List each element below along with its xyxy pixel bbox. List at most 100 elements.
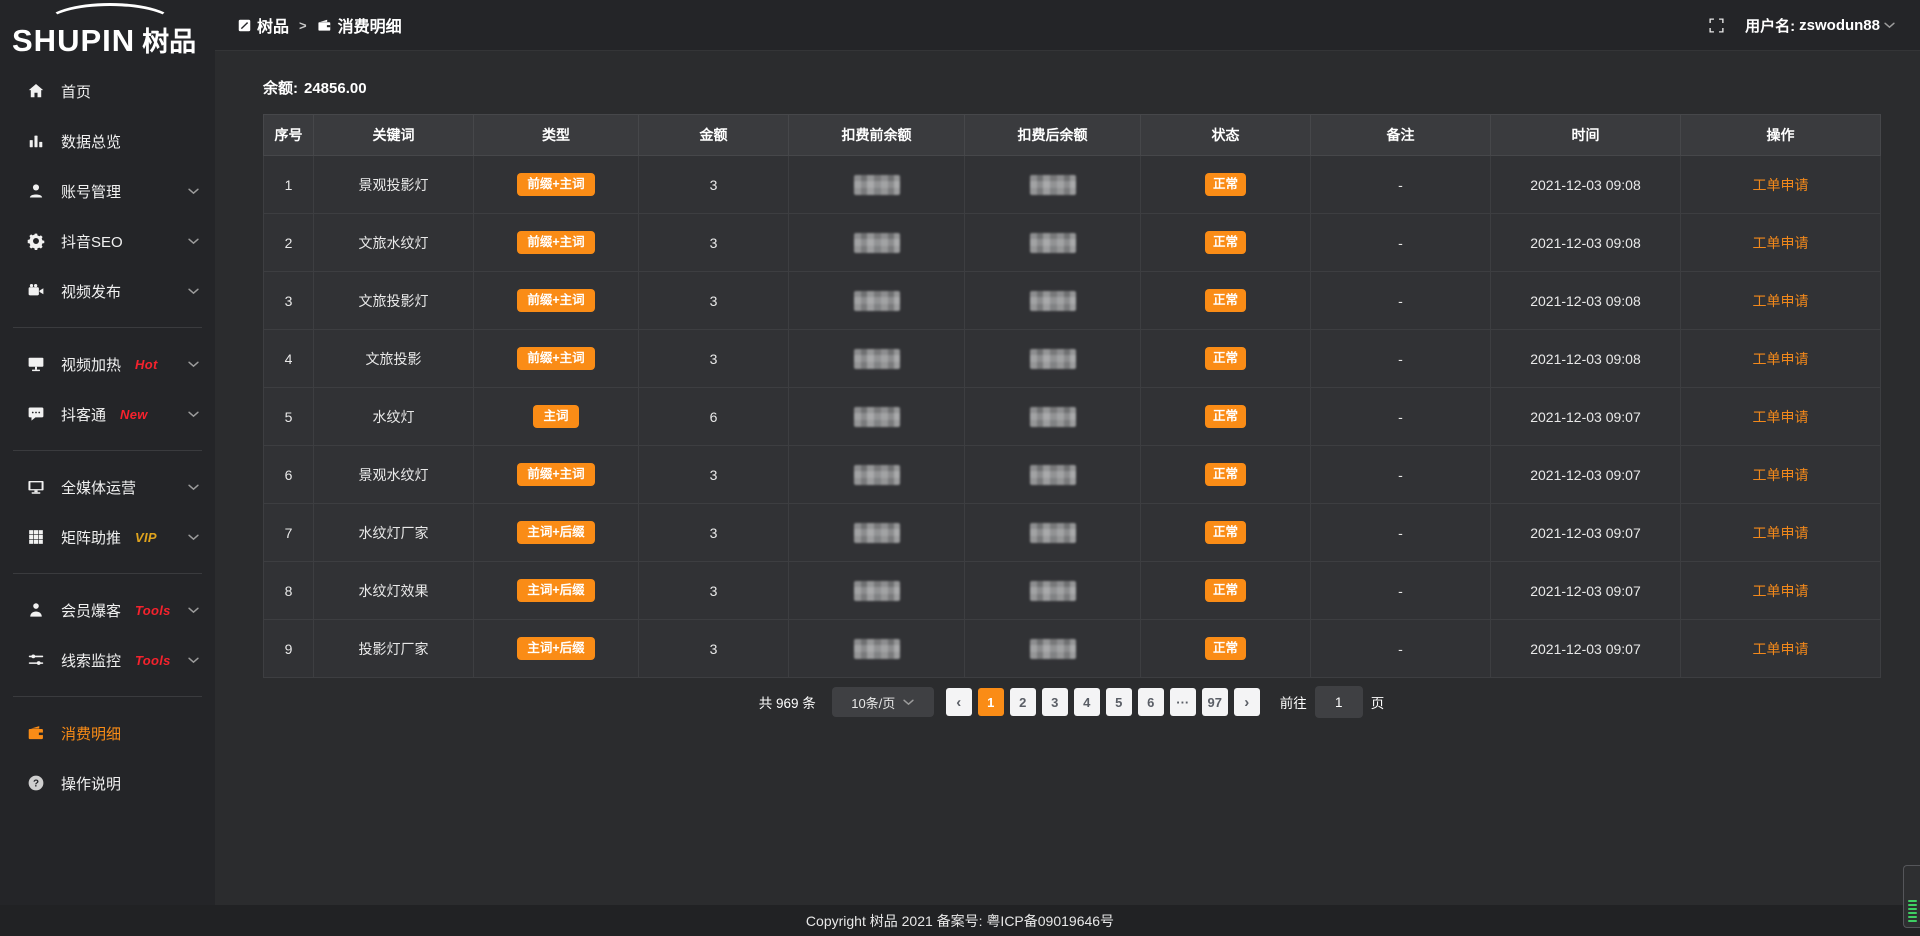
page-button[interactable]: 6 (1138, 688, 1164, 716)
sidebar-item-question-circle[interactable]: ?操作说明 (0, 758, 215, 808)
user-menu[interactable]: 用户名: zswodun88 (1745, 15, 1895, 36)
cell-remark: - (1311, 388, 1491, 446)
column-header: 操作 (1681, 115, 1881, 156)
cell-status: 正常 (1141, 214, 1311, 272)
home-icon (27, 82, 47, 100)
page-button[interactable]: 2 (1010, 688, 1036, 716)
sidebar-item-label: 矩阵助推 (61, 527, 121, 548)
redacted-balance-after (1030, 407, 1076, 427)
chevron-down-icon (188, 238, 199, 245)
cell-time: 2021-12-03 09:07 (1491, 446, 1681, 504)
balance-summary: 余额:24856.00 (263, 77, 1880, 98)
sidebar-item-tag: VIP (135, 530, 157, 545)
pagination-bar: 共 969 条 10条/页 ‹123456···97› 前往 页 (263, 686, 1880, 718)
goto-label: 前往 (1280, 692, 1307, 712)
status-badge: 正常 (1205, 637, 1246, 660)
column-header: 状态 (1141, 115, 1311, 156)
cell-keyword: 景观水纹灯 (314, 446, 474, 504)
prev-page-button[interactable]: ‹ (946, 688, 972, 716)
breadcrumb-item[interactable]: 树品 (238, 13, 289, 37)
page-button[interactable]: 3 (1042, 688, 1068, 716)
cell-index: 6 (264, 446, 314, 504)
cell-amount: 3 (639, 156, 789, 214)
fullscreen-icon[interactable] (1708, 17, 1725, 34)
cell-action: 工单申请 (1681, 446, 1881, 504)
breadcrumb-item: 消费明细 (317, 13, 402, 37)
header-right-group: 用户名: zswodun88 (1708, 15, 1895, 36)
cell-index: 2 (264, 214, 314, 272)
work-order-link[interactable]: 工单申请 (1753, 583, 1809, 599)
sidebar-item-bar-chart[interactable]: 数据总览 (0, 116, 215, 166)
chevron-down-icon (188, 484, 199, 491)
cell-action: 工单申请 (1681, 620, 1881, 678)
goto-page-input[interactable] (1315, 686, 1363, 718)
table-row: 6景观水纹灯前缀+主词3正常-2021-12-03 09:07工单申请 (264, 446, 1881, 504)
cell-index: 1 (264, 156, 314, 214)
column-header: 时间 (1491, 115, 1681, 156)
cell-keyword: 水纹灯厂家 (314, 504, 474, 562)
cell-action: 工单申请 (1681, 272, 1881, 330)
work-order-link[interactable]: 工单申请 (1753, 293, 1809, 309)
sidebar-item-user[interactable]: 账号管理 (0, 166, 215, 216)
sidebar-item-label: 视频发布 (61, 281, 121, 302)
page-button[interactable]: 1 (978, 688, 1004, 716)
page-button[interactable]: 5 (1106, 688, 1132, 716)
page-button[interactable]: 4 (1074, 688, 1100, 716)
cell-balance-after (965, 446, 1141, 504)
cell-action: 工单申请 (1681, 330, 1881, 388)
app-logo: SHUPIN 树品 (0, 0, 215, 56)
type-badge: 主词+后缀 (517, 521, 594, 544)
sidebar-divider (13, 696, 202, 697)
work-order-link[interactable]: 工单申请 (1753, 409, 1809, 425)
sidebar-item-wallet[interactable]: 消费明细 (0, 708, 215, 758)
screen-icon (27, 355, 47, 373)
work-order-link[interactable]: 工单申请 (1753, 235, 1809, 251)
work-order-link[interactable]: 工单申请 (1753, 525, 1809, 541)
redacted-balance-before (854, 233, 900, 253)
redacted-balance-after (1030, 523, 1076, 543)
sidebar-item-person[interactable]: 会员爆客Tools (0, 585, 215, 635)
cell-balance-before (789, 446, 965, 504)
ellipsis-button[interactable]: ··· (1170, 688, 1196, 716)
bar-chart-icon (27, 132, 47, 150)
table-row: 1景观投影灯前缀+主词3正常-2021-12-03 09:08工单申请 (264, 156, 1881, 214)
sidebar-item-label: 抖客通 (61, 404, 106, 425)
sidebar-item-home[interactable]: 首页 (0, 66, 215, 116)
table-row: 3文旅投影灯前缀+主词3正常-2021-12-03 09:08工单申请 (264, 272, 1881, 330)
sidebar-item-video-camera[interactable]: 视频发布 (0, 266, 215, 316)
work-order-link[interactable]: 工单申请 (1753, 467, 1809, 483)
next-page-button[interactable]: › (1234, 688, 1260, 716)
cell-status: 正常 (1141, 620, 1311, 678)
redacted-balance-after (1030, 465, 1076, 485)
main-content: 余额:24856.00 序号关键词类型金额扣费前余额扣费后余额状态备注时间操作 … (215, 51, 1920, 905)
redacted-balance-after (1030, 291, 1076, 311)
column-header: 扣费后余额 (965, 115, 1141, 156)
sidebar-item-screen[interactable]: 视频加热Hot (0, 339, 215, 389)
cell-type: 主词+后缀 (474, 562, 639, 620)
sidebar-item-sliders[interactable]: 线索监控Tools (0, 635, 215, 685)
cell-remark: - (1311, 156, 1491, 214)
page-size-value: 10条/页 (851, 693, 895, 712)
sidebar-item-gear[interactable]: 抖音SEO (0, 216, 215, 266)
sidebar-item-chat-bubble[interactable]: 抖客通New (0, 389, 215, 439)
page-size-select[interactable]: 10条/页 (832, 687, 934, 717)
work-order-link[interactable]: 工单申请 (1753, 351, 1809, 367)
type-badge: 前缀+主词 (517, 347, 594, 370)
sidebar-item-monitor[interactable]: 全媒体运营 (0, 462, 215, 512)
cell-remark: - (1311, 562, 1491, 620)
floating-widget[interactable] (1903, 865, 1920, 928)
work-order-link[interactable]: 工单申请 (1753, 641, 1809, 657)
copyright-text: Copyright 树品 2021 备案号: 粤ICP备09019646号 (806, 911, 1114, 931)
work-order-link[interactable]: 工单申请 (1753, 177, 1809, 193)
column-header: 序号 (264, 115, 314, 156)
cell-keyword: 文旅投影灯 (314, 272, 474, 330)
cell-status: 正常 (1141, 330, 1311, 388)
cell-type: 前缀+主词 (474, 156, 639, 214)
sidebar-item-grid[interactable]: 矩阵助推 VIP (0, 512, 215, 562)
cell-index: 5 (264, 388, 314, 446)
chevron-down-icon (188, 361, 199, 368)
page-button[interactable]: 97 (1202, 688, 1228, 716)
chevron-down-icon (188, 607, 199, 614)
cell-keyword: 景观投影灯 (314, 156, 474, 214)
redacted-balance-before (854, 465, 900, 485)
